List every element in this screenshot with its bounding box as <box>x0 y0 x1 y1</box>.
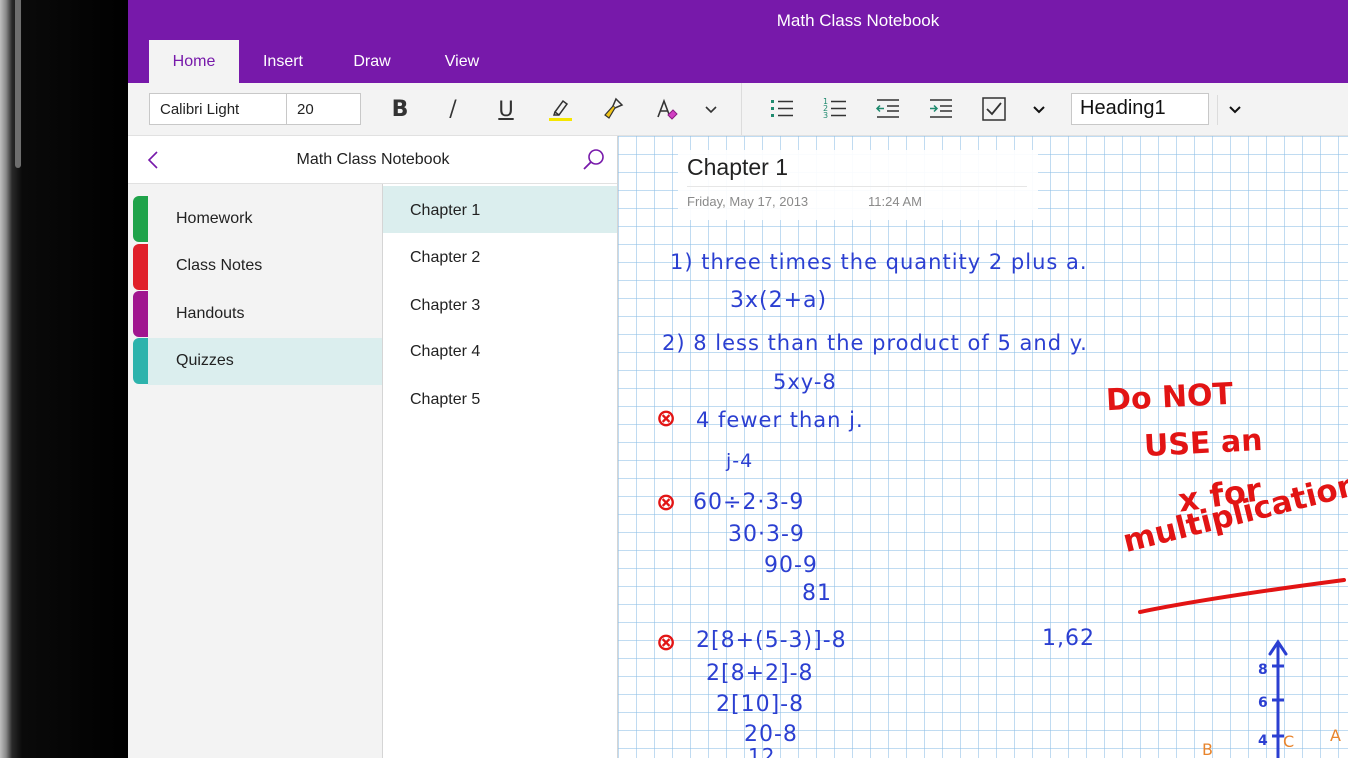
ink-answer-1: 3x(2+a) <box>730 288 828 313</box>
tab-insert[interactable]: Insert <box>239 40 327 83</box>
page-canvas[interactable]: Chapter 1 Friday, May 17, 2013 11:24 AM … <box>618 136 1348 758</box>
page-date: Friday, May 17, 2013 <box>687 194 809 209</box>
ribbon-tabs: Home Insert Draw View <box>149 40 507 83</box>
ribbon-toolbar: Calibri Light 20 B / U 1 2 3 Heading1 <box>128 83 1348 136</box>
chevron-down-icon <box>705 106 717 114</box>
tab-view[interactable]: View <box>417 40 507 83</box>
ink-axis-label-8: 8 <box>1258 662 1268 678</box>
ink-point-label-b: B <box>1202 740 1213 758</box>
highlighter-icon <box>549 99 572 121</box>
more-tags-button[interactable] <box>1021 91 1057 127</box>
ink-step-5-2: 2[10]-8 <box>716 692 805 717</box>
ink-note-line-1: Do NOT <box>1105 376 1234 419</box>
highlight-button[interactable] <box>542 91 578 127</box>
ink-step-4-2: 90-9 <box>764 553 818 578</box>
section-color-tab <box>133 196 148 242</box>
tab-home[interactable]: Home <box>149 40 239 83</box>
clear-formatting-button[interactable] <box>649 91 685 127</box>
sections-pane: Homework Class Notes Handouts Quizzes <box>128 184 382 758</box>
page-item-chapter-4[interactable]: Chapter 4 <box>383 327 617 374</box>
todo-tag-button[interactable] <box>976 91 1012 127</box>
pages-pane: Chapter 1 Chapter 2 Chapter 3 Chapter 4 … <box>383 184 617 758</box>
section-item-class-notes[interactable]: Class Notes <box>148 243 382 290</box>
section-color-tab <box>133 244 148 290</box>
ink-question-2: 2) 8 less than the product of 5 and y. <box>662 331 1088 355</box>
device-edge <box>15 0 21 168</box>
ink-strike-mark: ⊗ <box>656 628 677 656</box>
section-item-quizzes[interactable]: Quizzes <box>148 338 382 385</box>
bold-icon: B <box>391 96 409 122</box>
app-title: Math Class Notebook <box>776 11 940 30</box>
ink-question-1: 1) three times the quantity 2 plus a. <box>670 250 1088 274</box>
page-item-chapter-1[interactable]: Chapter 1 <box>383 186 617 233</box>
ink-red-underline <box>1138 578 1346 614</box>
ink-step-4-3: 81 <box>802 581 832 606</box>
page-item-chapter-2[interactable]: Chapter 2 <box>383 233 617 280</box>
onenote-app: Math Class Notebook Home Insert Draw Vie… <box>128 0 1348 758</box>
numbered-list-icon: 1 2 3 <box>823 97 846 120</box>
bold-button[interactable]: B <box>382 91 418 127</box>
bullet-list-icon <box>771 100 793 117</box>
ink-side-note: 1,62 <box>1042 626 1095 651</box>
outdent-icon <box>875 99 899 118</box>
more-format-button[interactable] <box>693 91 729 127</box>
navigation-header: Math Class Notebook <box>128 136 617 184</box>
clear-formatting-icon <box>657 98 678 120</box>
notebook-title: Math Class Notebook <box>296 151 450 168</box>
indent-button[interactable] <box>923 91 959 127</box>
ink-question-4: 60÷2·3-9 <box>693 490 805 515</box>
style-dropdown-button[interactable] <box>1217 91 1253 127</box>
chevron-down-icon <box>1229 106 1241 114</box>
italic-icon: / <box>449 96 457 122</box>
ink-strike-mark: ⊗ <box>656 404 677 432</box>
font-name-input[interactable]: Calibri Light <box>150 94 287 124</box>
checkbox-icon <box>982 97 1006 121</box>
search-icon <box>583 149 604 170</box>
ink-axis-label-4: 4 <box>1258 733 1268 749</box>
chevron-down-icon <box>1033 106 1045 114</box>
ink-note-line-2: USE an <box>1143 422 1264 465</box>
ink-partial-line: 12 <box>748 744 776 758</box>
font-picker: Calibri Light 20 <box>149 93 361 125</box>
ribbon-separator <box>741 83 742 135</box>
ink-axis-label-6: 6 <box>1258 695 1268 711</box>
bullet-list-button[interactable] <box>764 91 800 127</box>
page-time: 11:24 AM <box>868 194 922 209</box>
title-bar: Math Class Notebook Home Insert Draw Vie… <box>128 0 1348 83</box>
ink-step-5-1: 2[8+2]-8 <box>706 661 814 686</box>
style-picker[interactable]: Heading1 <box>1071 93 1209 125</box>
section-color-tab <box>133 291 148 337</box>
ink-answer-3: j-4 <box>726 450 754 472</box>
ink-point-label-a: A <box>1330 726 1341 745</box>
ink-answer-2: 5xy-8 <box>773 370 837 394</box>
title-underline <box>687 186 1027 187</box>
font-size-input[interactable]: 20 <box>287 94 360 124</box>
page-item-chapter-3[interactable]: Chapter 3 <box>383 281 617 328</box>
section-item-homework[interactable]: Homework <box>148 196 382 243</box>
ink-step-4-1: 30·3-9 <box>728 522 805 547</box>
format-painter-icon <box>604 97 624 119</box>
underline-button[interactable]: U <box>488 91 524 127</box>
ink-strike-mark: ⊗ <box>656 488 677 516</box>
ink-point-label-c: C <box>1283 732 1295 751</box>
svg-text:3: 3 <box>823 111 828 120</box>
section-color-tab <box>133 338 148 384</box>
italic-button[interactable]: / <box>435 91 471 127</box>
numbered-list-button[interactable]: 1 2 3 <box>817 91 853 127</box>
underline-icon: U <box>498 97 514 121</box>
indent-icon <box>930 99 952 118</box>
ink-question-3: 4 fewer than j. <box>696 408 864 432</box>
format-painter-button[interactable] <box>595 91 631 127</box>
ink-question-5: 2[8+(5-3)]-8 <box>696 628 847 653</box>
device-bezel <box>0 0 128 758</box>
page-title[interactable]: Chapter 1 <box>687 154 788 181</box>
outdent-button[interactable] <box>870 91 906 127</box>
tab-draw[interactable]: Draw <box>327 40 417 83</box>
search-button[interactable] <box>580 146 608 174</box>
page-item-chapter-5[interactable]: Chapter 5 <box>383 375 617 422</box>
section-item-handouts[interactable]: Handouts <box>148 291 382 338</box>
